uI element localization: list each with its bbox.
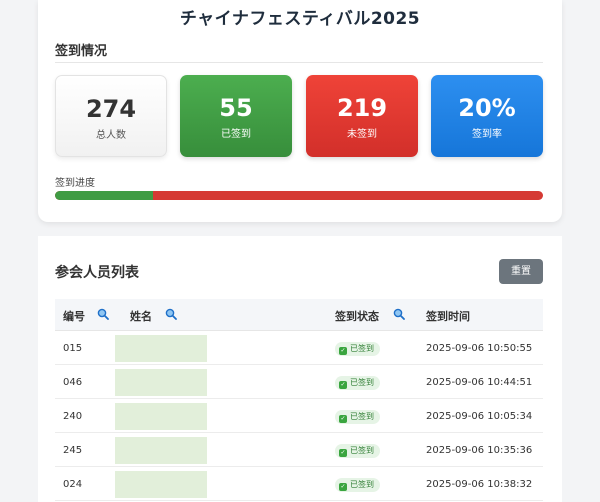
check-icon: ✓ [339,449,347,457]
table-row[interactable]: 024 ✓ 已签到 2025-09-06 10:38:32 [55,468,543,501]
status-badge: ✓ 已签到 [335,478,380,492]
row-checkin-time: 2025-09-06 10:50:55 [426,343,533,354]
page-title: チャイナフェスティバル2025 [179,9,421,29]
status-badge: ✓ 已签到 [335,376,380,390]
table-row[interactable]: 015 ✓ 已签到 2025-09-06 10:50:55 [55,332,543,365]
row-id: 015 [63,343,83,354]
table-row[interactable]: 046 ✓ 已签到 2025-09-06 10:44:51 [55,366,543,399]
status-badge: ✓ 已签到 [335,444,380,458]
status-badge-label: 已签到 [350,480,374,489]
row-checkin-time: 2025-09-06 10:05:34 [426,411,533,422]
stat-rate-value: 20% [458,94,516,122]
stat-card-rate: 20% 签到率 [431,75,543,157]
status-badge-label: 已签到 [350,446,374,455]
progress-label: 签到进度 [55,178,95,189]
row-name-masked [115,471,207,498]
id-search-icon[interactable] [97,308,109,320]
section-label-checkin: 签到情况 [55,44,108,59]
column-header-name[interactable]: 姓名 [130,308,152,324]
column-header-status[interactable]: 签到状态 [335,308,379,324]
section-divider [55,62,543,63]
row-id: 046 [63,377,83,388]
stat-card-checked-in: 55 已签到 [180,75,292,157]
row-name-masked [115,369,207,396]
row-id: 240 [63,411,83,422]
check-icon: ✓ [339,483,347,491]
check-icon: ✓ [339,347,347,355]
stat-rate-label: 签到率 [472,129,502,140]
status-badge-label: 已签到 [350,378,374,387]
status-badge-label: 已签到 [350,344,374,353]
row-id: 245 [63,445,83,456]
row-checkin-time: 2025-09-06 10:44:51 [426,377,533,388]
table-header: 编号 姓名 签到状态 签到时间 [55,299,543,331]
name-search-icon[interactable] [165,308,177,320]
stat-card-total: 274 总人数 [55,75,167,157]
status-badge: ✓ 已签到 [335,342,380,356]
reset-button[interactable]: 重置 [499,259,543,284]
stat-not-checked-in-value: 219 [336,94,388,122]
row-name-masked [115,437,207,464]
check-icon: ✓ [339,415,347,423]
table-row[interactable]: 245 ✓ 已签到 2025-09-06 10:35:36 [55,434,543,467]
row-name-masked [115,403,207,430]
list-title: 参会人员列表 [55,265,139,281]
status-badge-label: 已签到 [350,412,374,421]
stat-checked-in-label: 已签到 [221,129,251,140]
checkin-progress-bar [55,191,543,200]
row-name-masked [115,335,207,362]
stat-total-value: 274 [85,95,137,123]
column-header-id[interactable]: 编号 [63,308,85,324]
status-badge: ✓ 已签到 [335,410,380,424]
stat-card-not-checked-in: 219 未签到 [306,75,418,157]
stat-checked-in-value: 55 [219,94,253,122]
stat-not-checked-in-label: 未签到 [347,129,377,140]
status-search-icon[interactable] [393,308,405,320]
column-header-time[interactable]: 签到时间 [426,308,470,324]
stat-total-label: 总人数 [96,130,126,141]
check-icon: ✓ [339,381,347,389]
table-row[interactable]: 240 ✓ 已签到 2025-09-06 10:05:34 [55,400,543,433]
row-checkin-time: 2025-09-06 10:35:36 [426,445,533,456]
row-checkin-time: 2025-09-06 10:38:32 [426,479,533,490]
row-id: 024 [63,479,83,490]
checkin-progress-fill [55,191,153,200]
